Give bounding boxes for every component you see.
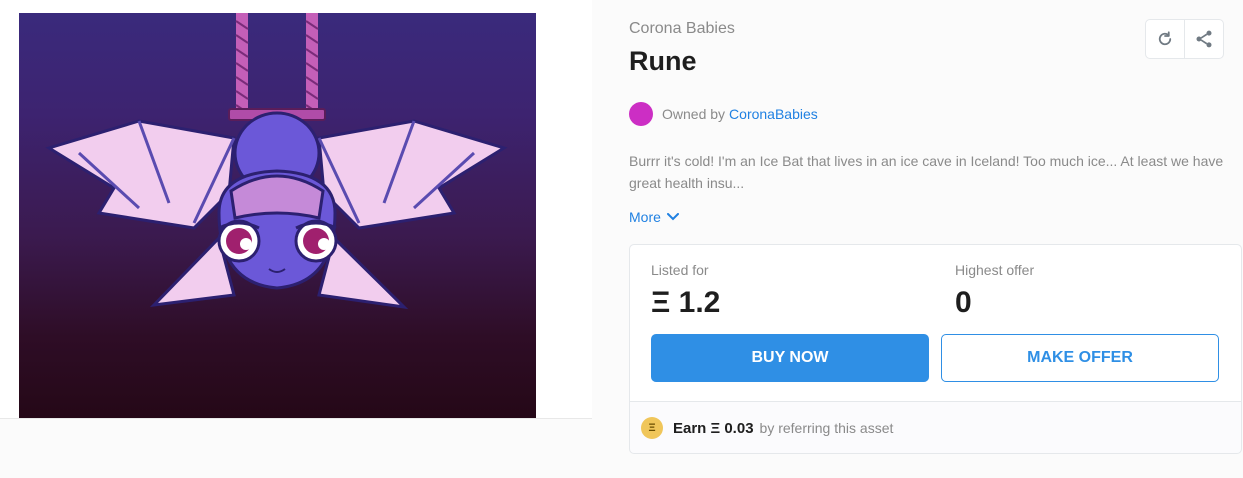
price-section: Listed for Ξ 1.2 Highest offer 0 BUY NOW…	[630, 245, 1241, 402]
referral-row: Ξ Earn Ξ 0.03 by referring this asset	[641, 417, 893, 439]
owner-prefix: Owned by	[662, 106, 726, 122]
share-button[interactable]	[1184, 20, 1223, 58]
highest-offer-value: 0	[955, 286, 972, 319]
asset-title: Rune	[629, 46, 697, 76]
earn-amount: Earn Ξ 0.03	[673, 419, 754, 437]
bat-illustration	[45, 13, 508, 310]
collection-link[interactable]: Corona Babies	[629, 20, 735, 38]
more-button[interactable]: More	[629, 209, 679, 225]
refresh-button[interactable]	[1146, 20, 1184, 58]
listed-value: Ξ 1.2	[651, 286, 721, 319]
owner-avatar[interactable]	[629, 102, 653, 126]
asset-image[interactable]	[19, 13, 536, 418]
refresh-icon	[1158, 31, 1172, 46]
asset-description: Burrr it's cold! I'm an Ice Bat that liv…	[629, 153, 1224, 191]
buy-now-button[interactable]: BUY NOW	[651, 334, 929, 382]
asset-details: Corona Babies Rune Owned by CoronaBabies…	[629, 0, 1243, 478]
more-label: More	[629, 209, 661, 225]
rope-right	[305, 13, 319, 115]
share-icon	[1196, 30, 1212, 48]
chevron-down-icon	[666, 213, 679, 221]
owner-row: Owned by CoronaBabies	[629, 102, 818, 126]
listed-label: Listed for	[651, 262, 709, 278]
make-offer-button[interactable]: MAKE OFFER	[941, 334, 1219, 382]
owner-link[interactable]: CoronaBabies	[729, 106, 818, 122]
referral-text: by referring this asset	[759, 420, 894, 436]
highest-offer-label: Highest offer	[955, 262, 1035, 278]
rope-left	[235, 13, 249, 115]
asset-image-panel	[0, 0, 592, 419]
asset-actions	[1145, 19, 1224, 59]
eth-coin-icon: Ξ	[641, 417, 663, 439]
price-card: Listed for Ξ 1.2 Highest offer 0 BUY NOW…	[629, 244, 1242, 454]
